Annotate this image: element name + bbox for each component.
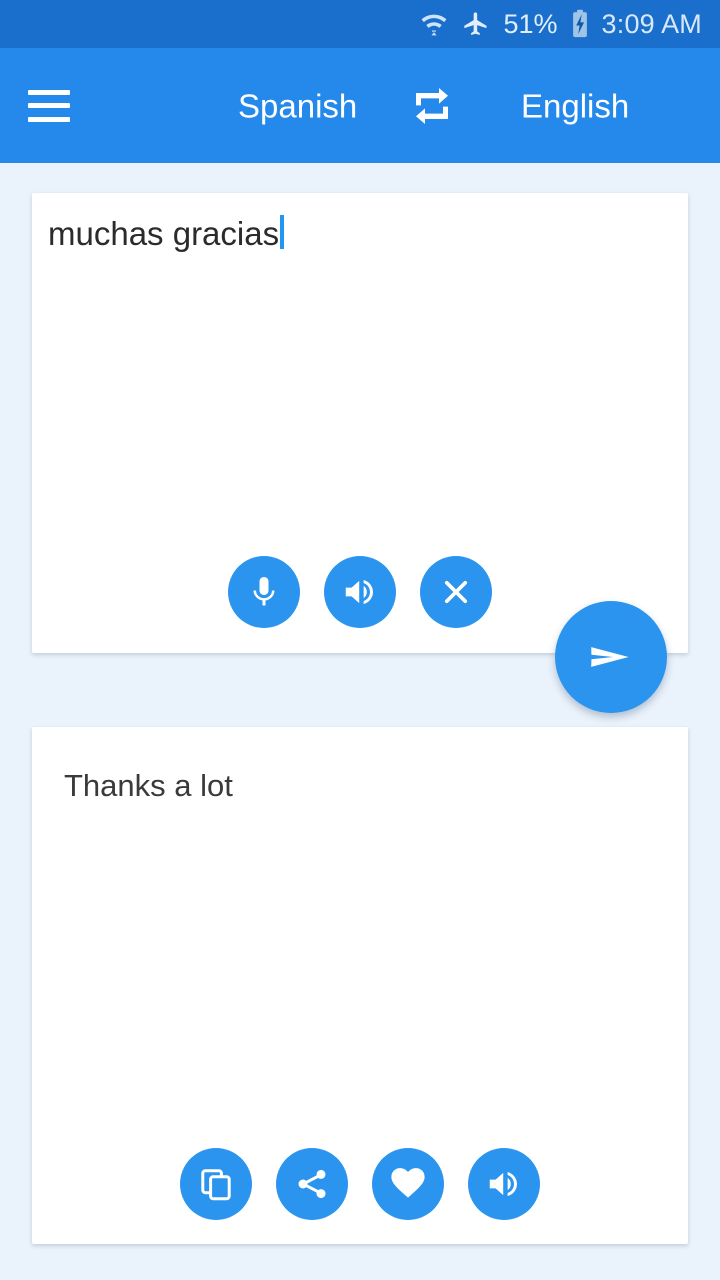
swap-languages-icon[interactable] [408,82,456,130]
hamburger-line [28,116,70,122]
text-cursor [280,215,285,249]
source-language-selector[interactable]: Spanish [238,89,357,122]
battery-charging-icon [570,9,590,39]
translated-text-value: Thanks a lot [64,768,233,803]
status-bar: 51% 3:09 AM [0,0,720,48]
translation-actions-row [180,1148,540,1220]
send-button[interactable] [555,601,667,713]
airplane-mode-icon [461,10,491,38]
share-button[interactable] [276,1148,348,1220]
hamburger-line [28,89,70,95]
favorite-button[interactable] [372,1148,444,1220]
hamburger-menu-icon[interactable] [28,89,70,122]
copy-button[interactable] [180,1148,252,1220]
speak-result-button[interactable] [468,1148,540,1220]
battery-percent-label: 51% [503,8,558,39]
source-text-input-area[interactable]: muchas gracias [48,211,285,254]
speak-source-button[interactable] [324,556,396,628]
clock-label: 3:09 AM [601,8,702,39]
hamburger-line [28,103,70,108]
microphone-button[interactable] [228,556,300,628]
app-screen: 51% 3:09 AM Spanish English muchas graci… [0,0,720,1280]
source-actions-row [228,556,492,628]
clear-button[interactable] [420,556,492,628]
source-text-value: muchas gracias [48,215,280,252]
app-bar: Spanish English [0,48,720,163]
target-language-selector[interactable]: English [521,89,629,122]
wifi-icon [419,10,449,38]
